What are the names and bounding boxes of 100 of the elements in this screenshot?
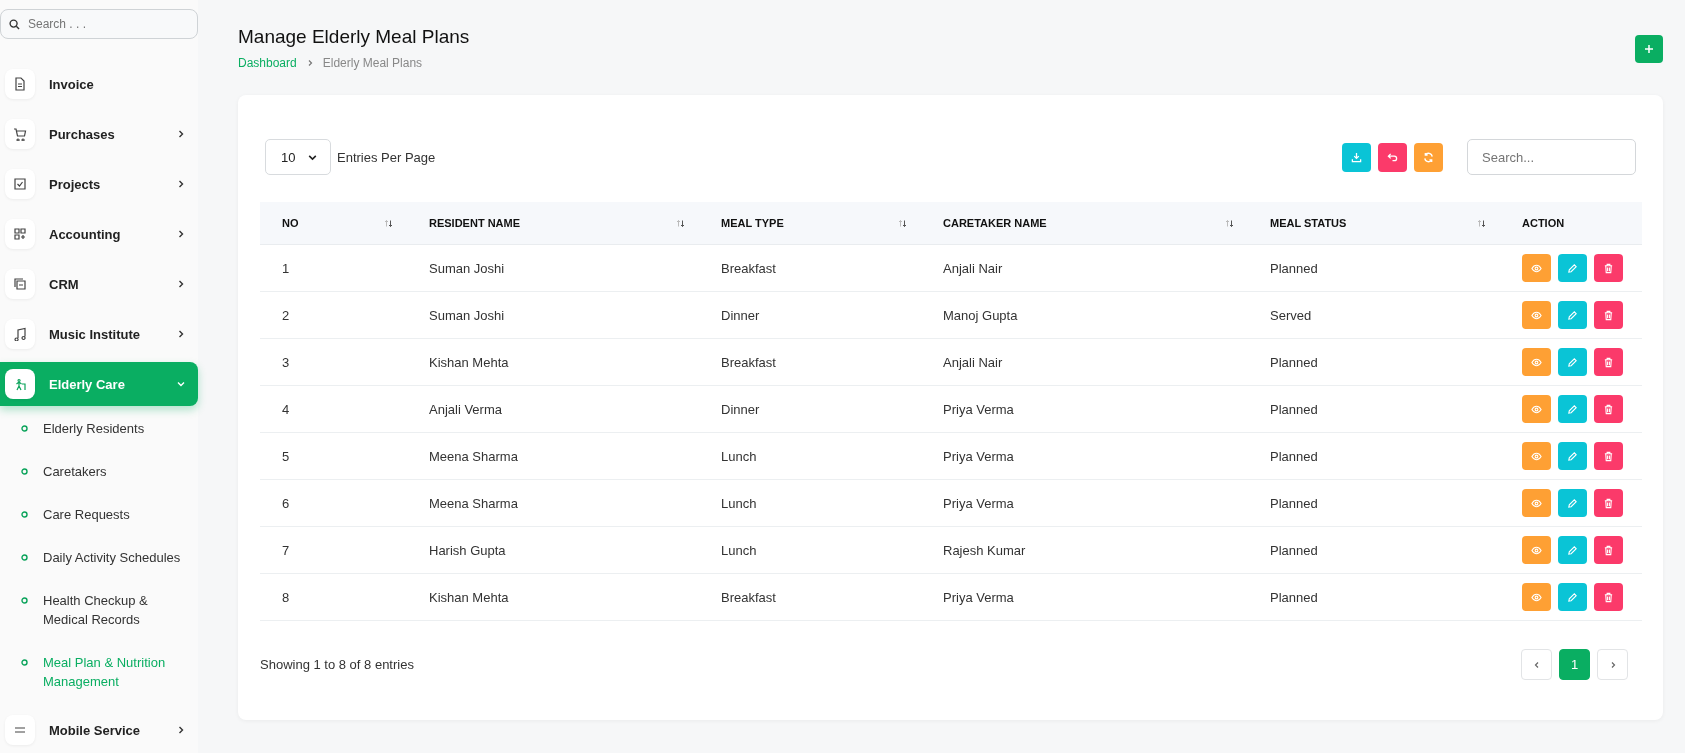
table-cell: Priya Verma [943,495,1014,511]
trash-icon [1603,497,1614,509]
sort-icon[interactable] [1477,218,1486,228]
table-cell: Dinner [721,307,760,323]
delete-button[interactable] [1594,536,1623,564]
submenu-item[interactable]: Care Requests [0,498,198,531]
sidebar-search-field[interactable]: Search . . . [0,9,198,39]
view-button[interactable] [1522,583,1551,611]
bullet-icon [21,597,28,604]
eye-icon [1531,403,1542,415]
refresh-button[interactable] [1414,142,1443,172]
table-cell: 8 [282,589,290,605]
delete-button[interactable] [1594,583,1623,611]
undo-button[interactable] [1378,142,1407,172]
sort-icon[interactable] [384,218,393,228]
submenu-item[interactable]: Health Checkup & Medical Records [0,584,198,636]
table-cell: Anjali Nair [943,260,1003,276]
delete-button[interactable] [1594,489,1623,517]
refresh-icon [1423,151,1434,163]
table-cell: Dinner [721,401,760,417]
delete-button[interactable] [1594,442,1623,470]
view-button[interactable] [1522,301,1551,329]
view-button[interactable] [1522,254,1551,282]
view-button[interactable] [1522,489,1551,517]
delete-button[interactable] [1594,348,1623,376]
sort-icon[interactable] [1225,218,1234,228]
eye-icon [1531,356,1542,368]
table-cell: Planned [1270,448,1318,464]
table-cell: 5 [282,448,290,464]
sidebar-item[interactable]: Music Institute [0,312,198,356]
delete-button[interactable] [1594,254,1623,282]
pencil-icon [1567,403,1578,415]
table-cell: Meena Sharma [429,495,518,511]
table-cell: Harish Gupta [429,542,506,558]
person-icon [13,377,27,391]
sidebar-item[interactable]: Purchases [0,112,198,156]
column-header[interactable]: MEAL STATUS [1270,217,1347,229]
pencil-icon [1567,544,1578,556]
edit-button[interactable] [1558,395,1587,423]
eye-icon [1531,544,1542,556]
previous-page-button[interactable] [1521,649,1552,680]
submenu-item[interactable]: Elderly Residents [0,412,198,445]
table-cell: Planned [1270,589,1318,605]
pencil-icon [1567,309,1578,321]
table-cell: 2 [282,307,290,323]
table-cell: 4 [282,401,290,417]
table-cell: Rajesh Kumar [943,542,1026,558]
table-search-field[interactable]: Search... [1467,139,1636,175]
chevron-right-icon [176,129,186,139]
view-button[interactable] [1522,442,1551,470]
eye-icon [1531,262,1542,274]
sort-icon[interactable] [676,218,685,228]
breadcrumb-current: Elderly Meal Plans [322,56,423,70]
eye-icon [1531,450,1542,462]
table-cell: Anjali Nair [943,354,1003,370]
edit-button[interactable] [1558,348,1587,376]
column-header[interactable]: NO [282,217,299,229]
column-header: ACTION [1522,217,1565,229]
pencil-icon [1567,356,1578,368]
sidebar-item[interactable]: CRM [0,262,198,306]
column-header[interactable]: MEAL TYPE [721,217,784,229]
edit-button[interactable] [1558,536,1587,564]
column-header[interactable]: CARETAKER NAME [943,217,1047,229]
edit-button[interactable] [1558,489,1587,517]
trash-icon [1603,262,1614,274]
download-button[interactable] [1342,142,1371,172]
chevron-down-icon [176,379,186,389]
page-size-select[interactable]: 10 [265,139,331,175]
trash-icon [1603,450,1614,462]
sidebar-item[interactable]: Invoice [0,62,198,106]
trash-icon [1603,356,1614,368]
bullet-icon [21,425,28,432]
eye-icon [1531,497,1542,509]
view-button[interactable] [1522,536,1551,564]
delete-button[interactable] [1594,395,1623,423]
checkbox-icon [13,177,27,191]
next-page-button[interactable] [1597,649,1628,680]
table-cell: Meena Sharma [429,448,518,464]
column-header[interactable]: RESIDENT NAME [429,217,521,229]
table-cell: 3 [282,354,290,370]
edit-button[interactable] [1558,254,1587,282]
view-button[interactable] [1522,348,1551,376]
edit-button[interactable] [1558,583,1587,611]
chevron-right-icon [176,329,186,339]
pencil-icon [1567,497,1578,509]
trash-icon [1603,403,1614,415]
submenu-item[interactable]: Daily Activity Schedules [0,541,198,574]
sort-icon[interactable] [898,218,907,228]
submenu-item[interactable]: Caretakers [0,455,198,488]
sidebar-item[interactable]: Accounting [0,212,198,256]
music-note-icon [13,327,27,341]
sidebar-item[interactable]: Mobile Service [0,708,198,752]
view-button[interactable] [1522,395,1551,423]
delete-button[interactable] [1594,301,1623,329]
add-button[interactable] [1635,35,1663,63]
cart-icon [13,127,27,141]
table-cell: Manoj Gupta [943,307,1018,323]
edit-button[interactable] [1558,442,1587,470]
edit-button[interactable] [1558,301,1587,329]
sidebar-item[interactable]: Projects [0,162,198,206]
